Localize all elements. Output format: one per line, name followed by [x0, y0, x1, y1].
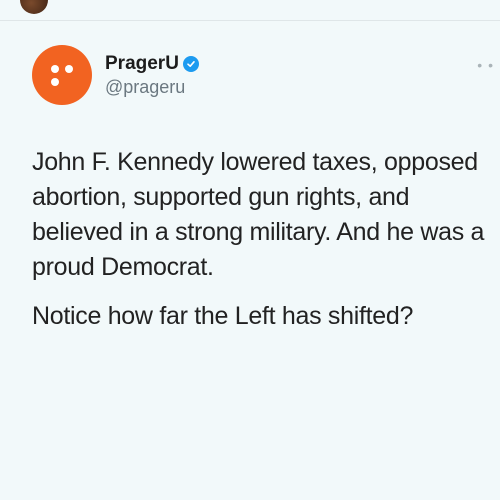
name-row: PragerU: [105, 53, 199, 75]
tweet-card: PragerU @prageru • • John F. Kennedy low…: [0, 21, 500, 500]
profile-avatar[interactable]: [32, 45, 92, 105]
tweet-paragraph: John F. Kennedy lowered taxes, opposed a…: [32, 148, 485, 281]
user-handle[interactable]: @prageru: [105, 77, 199, 98]
avatar-logo-dot: [51, 78, 59, 86]
avatar-logo-dot: [65, 65, 73, 73]
more-options-icon[interactable]: • •: [477, 57, 494, 73]
display-name[interactable]: PragerU: [105, 53, 179, 75]
previous-post-strip: [0, 0, 500, 21]
verified-badge-icon: [182, 56, 199, 72]
tweet-header: PragerU @prageru: [105, 53, 199, 98]
previous-post-avatar[interactable]: [20, 0, 48, 14]
avatar-logo-dot: [51, 65, 59, 73]
tweet-paragraph: Notice how far the Left has shifted?: [32, 302, 414, 330]
tweet-text: John F. Kennedy lowered taxes, opposed a…: [32, 145, 492, 334]
